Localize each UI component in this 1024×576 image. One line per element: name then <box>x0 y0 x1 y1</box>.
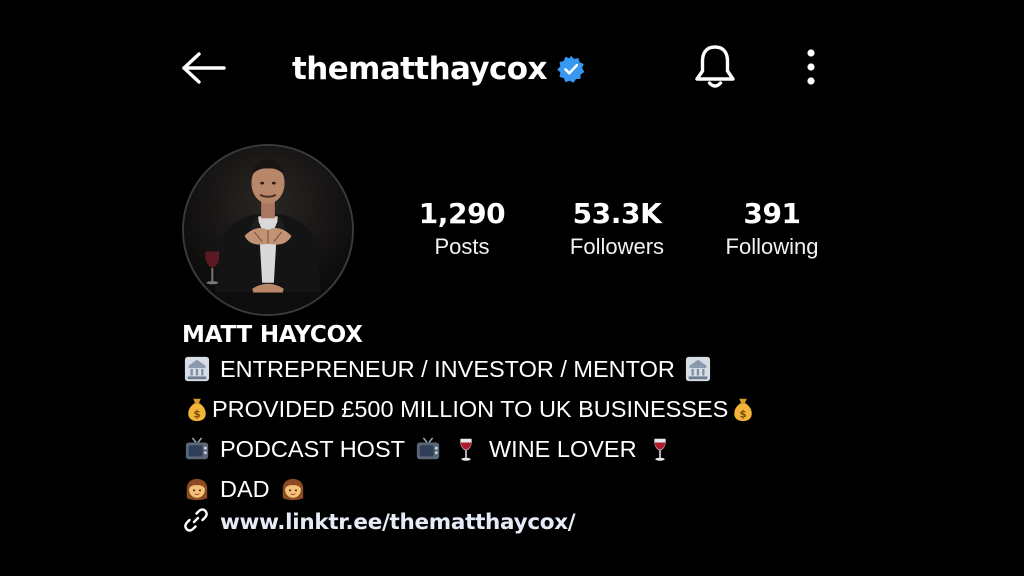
bank-emoji-icon <box>683 355 713 383</box>
bio-line-2: PROVIDED £500 MILLION TO UK BUSINESSES <box>182 394 758 424</box>
bio-link-text[interactable]: www.linktr.ee/thematthaycox/ <box>220 510 576 535</box>
posts-count: 1,290 <box>418 197 506 230</box>
posts-label: Posts <box>434 234 490 259</box>
girl-emoji-icon <box>182 475 212 503</box>
followers-count: 53.3K <box>572 197 662 230</box>
bell-icon <box>692 43 738 96</box>
bio-line-4-text: DAD <box>220 476 270 502</box>
bio-line-4: DAD <box>182 474 308 504</box>
stat-followers[interactable]: 53.3K Followers <box>552 196 682 262</box>
profile-photo <box>184 146 352 314</box>
link-icon <box>182 506 210 539</box>
wine-glass-emoji-icon <box>645 435 675 463</box>
stat-posts[interactable]: 1,290 Posts <box>402 196 522 262</box>
verified-badge-icon <box>557 55 585 83</box>
notifications-button[interactable] <box>690 44 740 94</box>
avatar[interactable] <box>182 144 354 316</box>
bio-line-3: PODCAST HOST WINE LOVER <box>182 434 675 464</box>
more-vertical-icon <box>806 47 816 92</box>
back-arrow-icon <box>180 50 228 91</box>
wine-glass-emoji-icon <box>451 435 481 463</box>
bio-link[interactable]: www.linktr.ee/thematthaycox/ <box>182 506 576 539</box>
bank-emoji-icon <box>182 355 212 383</box>
more-options-button[interactable] <box>796 46 826 92</box>
television-emoji-icon <box>413 435 443 463</box>
following-count: 391 <box>743 197 801 230</box>
profile-header-title: thematthaycox <box>292 46 585 92</box>
bio-line-3b-text: WINE LOVER <box>488 436 637 462</box>
back-button[interactable] <box>176 48 232 92</box>
display-name: MATT HAYCOX <box>182 322 363 348</box>
money-bag-emoji-icon <box>728 395 758 423</box>
bio-line-1-text: ENTREPRENEUR / INVESTOR / MENTOR <box>220 356 675 382</box>
girl-emoji-icon <box>278 475 308 503</box>
bio-line-3a-text: PODCAST HOST <box>220 436 405 462</box>
bio-line-1: ENTREPRENEUR / INVESTOR / MENTOR <box>182 354 713 384</box>
following-label: Following <box>725 234 819 259</box>
bio-line-2-text: PROVIDED £500 MILLION TO UK BUSINESSES <box>212 396 729 422</box>
followers-label: Followers <box>569 234 665 259</box>
stat-following[interactable]: 391 Following <box>708 196 836 262</box>
money-bag-emoji-icon <box>182 395 212 423</box>
username: thematthaycox <box>292 51 547 87</box>
television-emoji-icon <box>182 435 212 463</box>
